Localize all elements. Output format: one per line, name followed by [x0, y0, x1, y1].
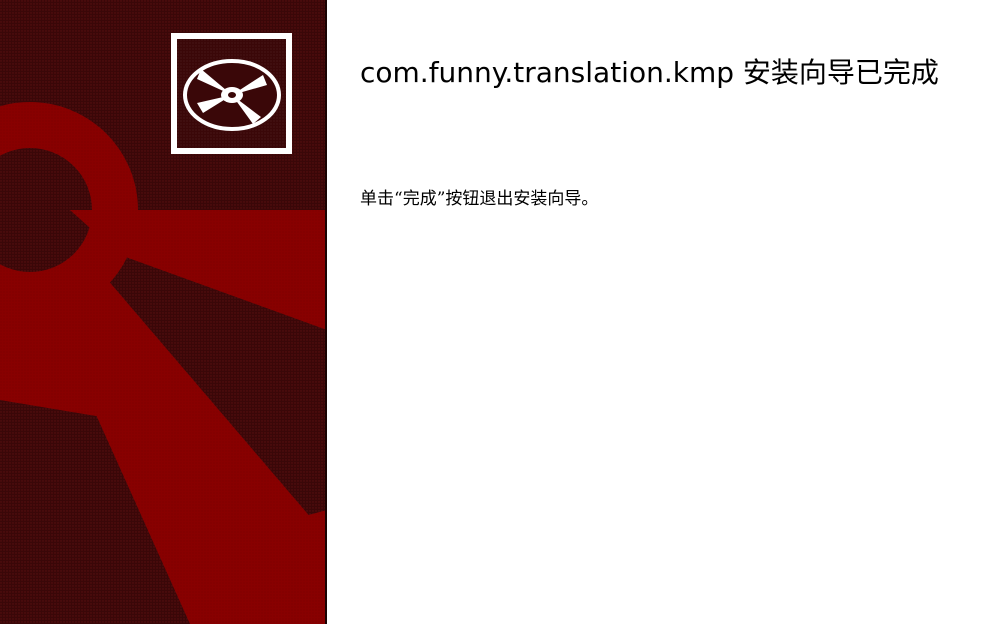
cd-disc-icon [171, 33, 292, 154]
installer-window: com.funny.translation.kmp 安装向导已完成 单击“完成”… [0, 0, 986, 624]
wizard-banner [0, 0, 327, 624]
wizard-title: com.funny.translation.kmp 安装向导已完成 [360, 56, 939, 89]
banner-divider [325, 0, 327, 624]
wizard-description: 单击“完成”按钮退出安装向导。 [360, 189, 599, 209]
